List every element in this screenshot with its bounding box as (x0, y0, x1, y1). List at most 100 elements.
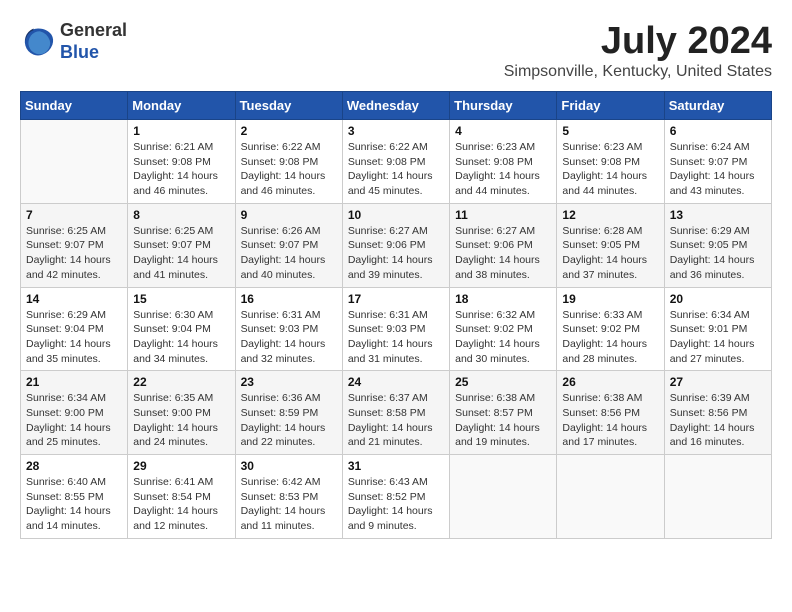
calendar-cell: 4 Sunrise: 6:23 AMSunset: 9:08 PMDaylight… (450, 120, 557, 204)
logo-icon (20, 24, 56, 60)
day-number: 25 (455, 375, 551, 389)
day-number: 21 (26, 375, 122, 389)
day-number: 20 (670, 292, 766, 306)
week-row-5: 28Sunrise: 6:40 AMSunset: 8:55 PMDayligh… (21, 455, 772, 539)
page-header: General Blue July 2024 Simpsonville, Ken… (20, 20, 772, 81)
day-info: Sunrise: 6:31 AMSunset: 9:03 PMDaylight:… (241, 308, 337, 367)
day-info: Sunrise: 6:29 AMSunset: 9:05 PMDaylight:… (670, 224, 766, 283)
day-info: Sunrise: 6:29 AMSunset: 9:04 PMDaylight:… (26, 308, 122, 367)
calendar-cell: 18 Sunrise: 6:32 AMSunset: 9:02 PMDayligh… (450, 287, 557, 371)
calendar-cell: 29Sunrise: 6:41 AMSunset: 8:54 PMDayligh… (128, 455, 235, 539)
day-number: 19 (562, 292, 658, 306)
calendar-cell: 28Sunrise: 6:40 AMSunset: 8:55 PMDayligh… (21, 455, 128, 539)
day-info: Sunrise: 6:22 AMSunset: 9:08 PMDaylight:… (241, 140, 337, 199)
calendar-cell (450, 455, 557, 539)
day-number: 9 (241, 208, 337, 222)
calendar-cell (664, 455, 771, 539)
day-number: 30 (241, 459, 337, 473)
header-monday: Monday (128, 92, 235, 120)
calendar-subtitle: Simpsonville, Kentucky, United States (504, 63, 772, 81)
day-info: Sunrise: 6:28 AMSunset: 9:05 PMDaylight:… (562, 224, 658, 283)
calendar-cell: 9 Sunrise: 6:26 AMSunset: 9:07 PMDaylight… (235, 203, 342, 287)
day-info: Sunrise: 6:33 AMSunset: 9:02 PMDaylight:… (562, 308, 658, 367)
day-info: Sunrise: 6:40 AMSunset: 8:55 PMDaylight:… (26, 475, 122, 534)
day-info: Sunrise: 6:25 AMSunset: 9:07 PMDaylight:… (26, 224, 122, 283)
calendar-cell: 14 Sunrise: 6:29 AMSunset: 9:04 PMDayligh… (21, 287, 128, 371)
day-info: Sunrise: 6:36 AMSunset: 8:59 PMDaylight:… (241, 391, 337, 450)
calendar-cell: 23 Sunrise: 6:36 AMSunset: 8:59 PMDayligh… (235, 371, 342, 455)
day-info: Sunrise: 6:27 AMSunset: 9:06 PMDaylight:… (455, 224, 551, 283)
header-sunday: Sunday (21, 92, 128, 120)
day-info: Sunrise: 6:43 AMSunset: 8:52 PMDaylight:… (348, 475, 444, 534)
day-info: Sunrise: 6:32 AMSunset: 9:02 PMDaylight:… (455, 308, 551, 367)
day-number: 23 (241, 375, 337, 389)
day-number: 14 (26, 292, 122, 306)
day-number: 5 (562, 124, 658, 138)
day-number: 15 (133, 292, 229, 306)
logo: General Blue (20, 20, 127, 63)
day-number: 11 (455, 208, 551, 222)
calendar-cell: 24 Sunrise: 6:37 AMSunset: 8:58 PMDayligh… (342, 371, 449, 455)
day-info: Sunrise: 6:26 AMSunset: 9:07 PMDaylight:… (241, 224, 337, 283)
calendar-title: July 2024 (504, 20, 772, 63)
day-info: Sunrise: 6:31 AMSunset: 9:03 PMDaylight:… (348, 308, 444, 367)
day-info: Sunrise: 6:23 AMSunset: 9:08 PMDaylight:… (562, 140, 658, 199)
day-info: Sunrise: 6:37 AMSunset: 8:58 PMDaylight:… (348, 391, 444, 450)
day-info: Sunrise: 6:23 AMSunset: 9:08 PMDaylight:… (455, 140, 551, 199)
day-number: 8 (133, 208, 229, 222)
day-number: 31 (348, 459, 444, 473)
calendar-cell: 30 Sunrise: 6:42 AMSunset: 8:53 PMDayligh… (235, 455, 342, 539)
calendar-cell: 6 Sunrise: 6:24 AMSunset: 9:07 PMDaylight… (664, 120, 771, 204)
day-info: Sunrise: 6:30 AMSunset: 9:04 PMDaylight:… (133, 308, 229, 367)
header-thursday: Thursday (450, 92, 557, 120)
logo-general-text: General (60, 20, 127, 40)
calendar-cell: 22 Sunrise: 6:35 AMSunset: 9:00 PMDayligh… (128, 371, 235, 455)
day-number: 4 (455, 124, 551, 138)
calendar-cell: 20 Sunrise: 6:34 AMSunset: 9:01 PMDayligh… (664, 287, 771, 371)
calendar-header-row: SundayMondayTuesdayWednesdayThursdayFrid… (21, 92, 772, 120)
calendar-cell: 7 Sunrise: 6:25 AMSunset: 9:07 PMDaylight… (21, 203, 128, 287)
calendar-cell: 3 Sunrise: 6:22 AMSunset: 9:08 PMDaylight… (342, 120, 449, 204)
calendar-table: SundayMondayTuesdayWednesdayThursdayFrid… (20, 91, 772, 539)
header-friday: Friday (557, 92, 664, 120)
day-number: 6 (670, 124, 766, 138)
day-number: 10 (348, 208, 444, 222)
day-info: Sunrise: 6:34 AMSunset: 9:01 PMDaylight:… (670, 308, 766, 367)
day-info: Sunrise: 6:27 AMSunset: 9:06 PMDaylight:… (348, 224, 444, 283)
day-number: 29 (133, 459, 229, 473)
day-number: 1 (133, 124, 229, 138)
calendar-cell: 1 Sunrise: 6:21 AMSunset: 9:08 PMDaylight… (128, 120, 235, 204)
day-info: Sunrise: 6:38 AMSunset: 8:56 PMDaylight:… (562, 391, 658, 450)
header-saturday: Saturday (664, 92, 771, 120)
day-number: 12 (562, 208, 658, 222)
day-number: 24 (348, 375, 444, 389)
calendar-cell: 12 Sunrise: 6:28 AMSunset: 9:05 PMDayligh… (557, 203, 664, 287)
calendar-cell: 31 Sunrise: 6:43 AMSunset: 8:52 PMDayligh… (342, 455, 449, 539)
week-row-1: 1 Sunrise: 6:21 AMSunset: 9:08 PMDaylight… (21, 120, 772, 204)
calendar-cell: 5 Sunrise: 6:23 AMSunset: 9:08 PMDaylight… (557, 120, 664, 204)
calendar-cell: 19 Sunrise: 6:33 AMSunset: 9:02 PMDayligh… (557, 287, 664, 371)
calendar-cell: 8Sunrise: 6:25 AMSunset: 9:07 PMDaylight… (128, 203, 235, 287)
calendar-cell: 10 Sunrise: 6:27 AMSunset: 9:06 PMDayligh… (342, 203, 449, 287)
day-number: 27 (670, 375, 766, 389)
day-info: Sunrise: 6:22 AMSunset: 9:08 PMDaylight:… (348, 140, 444, 199)
day-info: Sunrise: 6:21 AMSunset: 9:08 PMDaylight:… (133, 140, 229, 199)
calendar-cell: 25Sunrise: 6:38 AMSunset: 8:57 PMDayligh… (450, 371, 557, 455)
day-number: 18 (455, 292, 551, 306)
calendar-cell: 15 Sunrise: 6:30 AMSunset: 9:04 PMDayligh… (128, 287, 235, 371)
day-info: Sunrise: 6:24 AMSunset: 9:07 PMDaylight:… (670, 140, 766, 199)
day-number: 22 (133, 375, 229, 389)
calendar-cell (21, 120, 128, 204)
day-info: Sunrise: 6:42 AMSunset: 8:53 PMDaylight:… (241, 475, 337, 534)
calendar-cell: 11 Sunrise: 6:27 AMSunset: 9:06 PMDayligh… (450, 203, 557, 287)
calendar-cell: 17Sunrise: 6:31 AMSunset: 9:03 PMDayligh… (342, 287, 449, 371)
day-number: 7 (26, 208, 122, 222)
header-wednesday: Wednesday (342, 92, 449, 120)
week-row-4: 21Sunrise: 6:34 AMSunset: 9:00 PMDayligh… (21, 371, 772, 455)
day-number: 3 (348, 124, 444, 138)
day-info: Sunrise: 6:35 AMSunset: 9:00 PMDaylight:… (133, 391, 229, 450)
week-row-3: 14 Sunrise: 6:29 AMSunset: 9:04 PMDayligh… (21, 287, 772, 371)
calendar-cell: 27Sunrise: 6:39 AMSunset: 8:56 PMDayligh… (664, 371, 771, 455)
day-number: 26 (562, 375, 658, 389)
day-number: 2 (241, 124, 337, 138)
